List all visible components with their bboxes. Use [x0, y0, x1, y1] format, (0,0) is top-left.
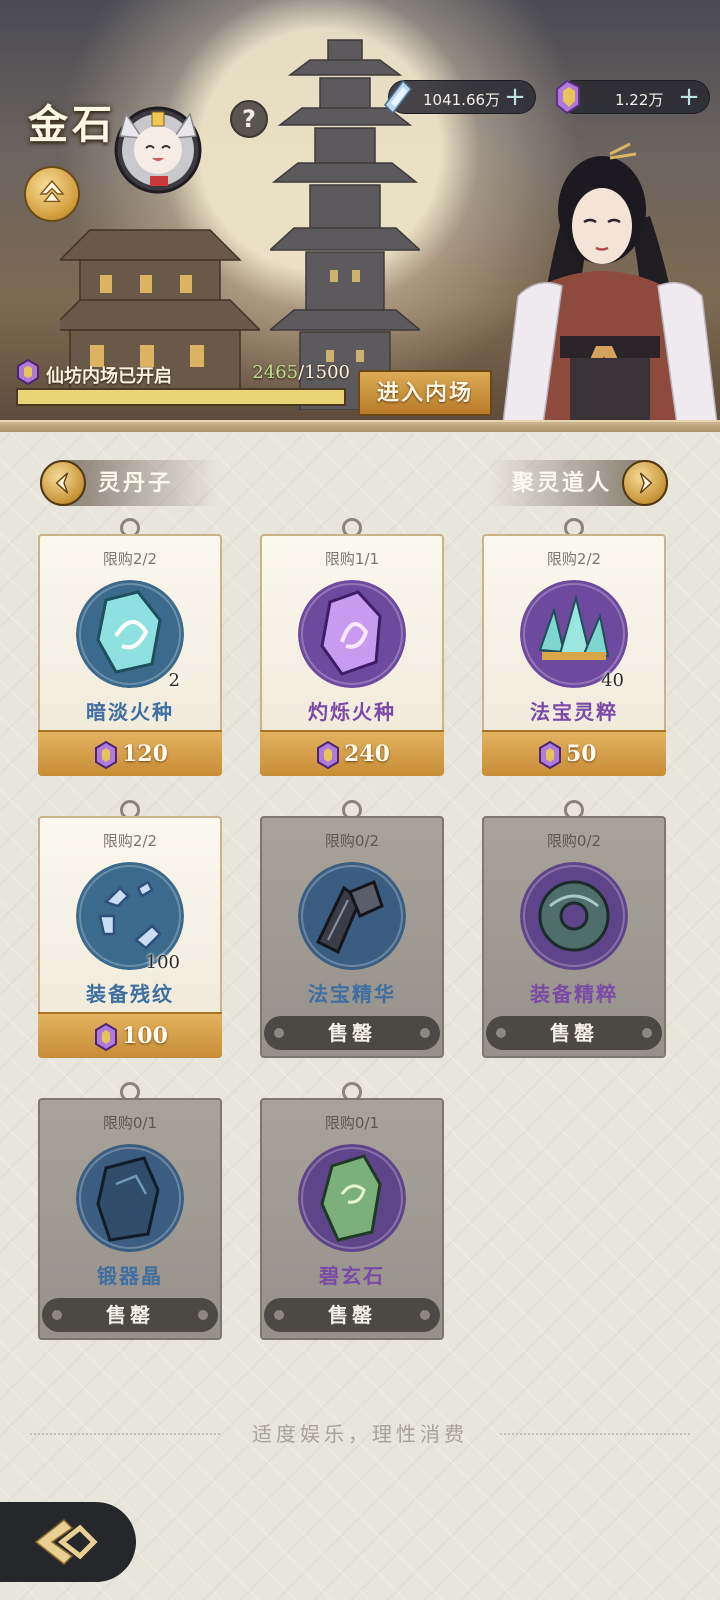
- progress-current: 2465: [252, 362, 299, 383]
- next-merchant-button[interactable]: 聚灵道人: [490, 460, 668, 506]
- inner-market-status: 仙坊内场已开启 2465/1500: [14, 358, 350, 406]
- rank-emblem-icon[interactable]: [24, 166, 80, 222]
- sold-out-badge: 售罄: [264, 1298, 440, 1332]
- back-arrow-icon: [34, 1518, 98, 1566]
- prev-merchant-button[interactable]: 灵丹子: [40, 460, 218, 506]
- shop-item-card[interactable]: 限购0/2 装备精粹售罄: [482, 800, 666, 1058]
- shop-item-card[interactable]: 限购1/1 灼烁火种 240: [260, 518, 444, 776]
- purple-gem-icon: [95, 1022, 117, 1052]
- back-button[interactable]: [0, 1502, 136, 1582]
- purple-gem-icon: [95, 740, 117, 770]
- next-merchant-label: 聚灵道人: [512, 470, 613, 496]
- progress-fill: [18, 390, 344, 404]
- purchase-limit: 限购2/2: [102, 550, 158, 568]
- header-divider: [0, 420, 720, 432]
- add-currency-button[interactable]: +: [501, 83, 529, 111]
- purple-crystal-icon: [298, 580, 406, 688]
- price-amount: 50: [566, 741, 597, 767]
- purchase-limit: 限购0/1: [102, 1114, 158, 1132]
- buy-price-button[interactable]: 240: [260, 730, 444, 776]
- arrow-left-icon: [40, 460, 86, 506]
- shop-item-card[interactable]: 限购2/2 40 法宝灵粹 50: [482, 518, 666, 776]
- sold-out-badge: 售罄: [42, 1298, 218, 1332]
- item-name: 碧玄石: [319, 1264, 385, 1288]
- blue-ore-icon: [76, 1144, 184, 1252]
- enter-inner-market-button[interactable]: 进入内场: [358, 370, 492, 416]
- shop-item-card[interactable]: 限购0/2 法宝精华售罄: [260, 800, 444, 1058]
- header-scene: 金石 ? 1041.66万 + 1.22万 + 仙坊内场已开启 2465/150…: [0, 0, 720, 432]
- item-name: 法宝精华: [308, 982, 396, 1006]
- purple-gem-icon: [556, 79, 580, 115]
- currency-purple-gem: 1.22万 +: [556, 79, 710, 115]
- sold-out-badge: 售罄: [486, 1016, 662, 1050]
- purchase-limit: 限购0/1: [324, 1114, 380, 1132]
- buy-price-button[interactable]: 120: [38, 730, 222, 776]
- item-name: 灼烁火种: [308, 700, 396, 724]
- purple-gem-icon: [17, 358, 39, 386]
- purchase-limit: 限购2/2: [546, 550, 602, 568]
- shop-item-card[interactable]: 限购2/2 2 暗淡火种 120: [38, 518, 222, 776]
- merchant-character-art: [501, 142, 719, 432]
- purchase-limit: 限购0/2: [324, 832, 380, 850]
- buy-price-button[interactable]: 100: [38, 1012, 222, 1058]
- player-avatar[interactable]: [112, 92, 204, 196]
- currency-value: 1.22万: [615, 91, 664, 109]
- buy-price-button[interactable]: 50: [482, 730, 666, 776]
- inner-market-status-text: 仙坊内场已开启: [46, 366, 172, 387]
- purchase-limit: 限购2/2: [102, 832, 158, 850]
- shop-item-card[interactable]: 限购0/1 锻器晶售罄: [38, 1082, 222, 1340]
- sold-out-badge: 售罄: [264, 1016, 440, 1050]
- price-amount: 240: [344, 741, 390, 767]
- item-quantity: 2: [168, 670, 180, 691]
- currency-value: 1041.66万: [423, 91, 501, 109]
- add-currency-button[interactable]: +: [675, 83, 703, 111]
- price-amount: 100: [122, 1023, 168, 1049]
- item-name: 锻器晶: [97, 1264, 163, 1288]
- item-quantity: 100: [145, 952, 180, 973]
- arrow-right-icon: [622, 460, 668, 506]
- shop-item-card[interactable]: 限购0/1 碧玄石售罄: [260, 1082, 444, 1340]
- footer-divider-right: [500, 1433, 690, 1435]
- help-button[interactable]: ?: [230, 100, 268, 138]
- price-amount: 120: [122, 741, 168, 767]
- dark-shard-icon: [298, 862, 406, 970]
- purchase-limit: 限购1/1: [324, 550, 380, 568]
- purple-gem-icon: [539, 740, 561, 770]
- progress-total: 1500: [304, 362, 350, 383]
- purple-gem-icon: [317, 740, 339, 770]
- jade-ring-icon: [520, 862, 628, 970]
- inner-market-progress-bar: [16, 388, 346, 406]
- inner-market-progress-text: 2465/1500: [252, 362, 350, 383]
- item-name: 装备残纹: [86, 982, 174, 1006]
- item-name: 暗淡火种: [86, 700, 174, 724]
- prev-merchant-label: 灵丹子: [98, 470, 174, 496]
- currency-spirit-crystal: 1041.66万 +: [384, 79, 536, 115]
- item-name: 装备精粹: [530, 982, 618, 1006]
- item-quantity: 40: [601, 670, 624, 691]
- player-name: 金石: [28, 101, 116, 148]
- green-stone-icon: [298, 1144, 406, 1252]
- purchase-limit: 限购0/2: [546, 832, 602, 850]
- item-name: 法宝灵粹: [530, 700, 618, 724]
- shop-item-card[interactable]: 限购2/2 100 装备残纹 100: [38, 800, 222, 1058]
- blue-crystal-icon: [384, 79, 412, 115]
